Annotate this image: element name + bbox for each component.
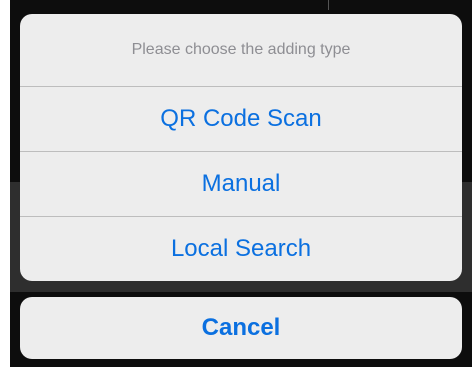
qr-code-scan-option[interactable]: QR Code Scan xyxy=(20,87,462,152)
obscured-divider xyxy=(328,0,329,10)
action-sheet-title: Please choose the adding type xyxy=(20,14,462,87)
manual-option[interactable]: Manual xyxy=(20,152,462,217)
local-search-option[interactable]: Local Search xyxy=(20,217,462,281)
cancel-button[interactable]: Cancel xyxy=(20,297,462,359)
action-sheet: Please choose the adding type QR Code Sc… xyxy=(20,14,462,281)
